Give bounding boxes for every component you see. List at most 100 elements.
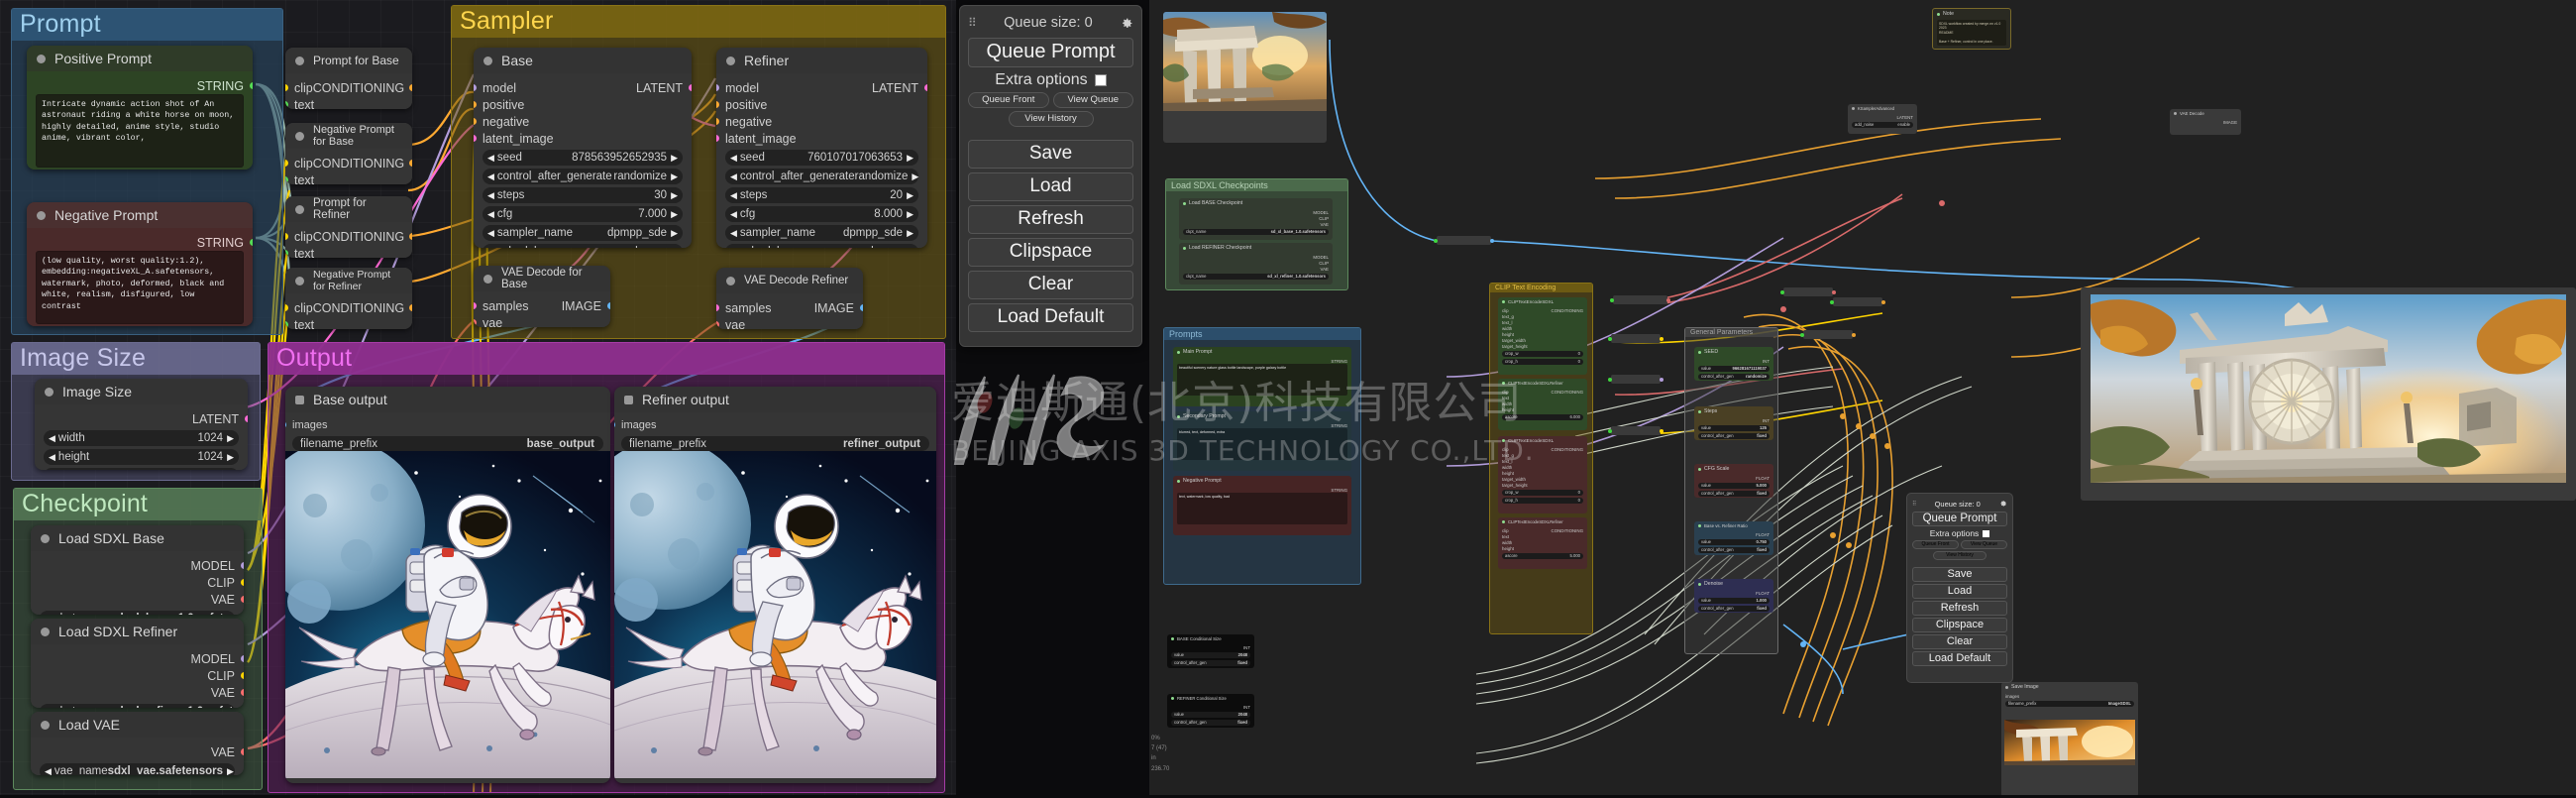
- decrement-arrow-icon[interactable]: ◀: [45, 707, 52, 709]
- reroute-node-6[interactable]: [1608, 426, 1664, 435]
- view-queue-button[interactable]: View Queue: [1052, 92, 1133, 108]
- node-refiner-sampler[interactable]: Refiner model LATENT positive negative l…: [716, 48, 927, 248]
- save-image-thumbnail[interactable]: [2004, 720, 2135, 765]
- widget-ckpt-name[interactable]: ckpt_name sd_xl_base_1.0.safetensors: [1183, 228, 1329, 235]
- input-port-clip[interactable]: [285, 233, 288, 240]
- collapse-dot-icon[interactable]: [295, 56, 304, 65]
- node-prompt-for-refiner[interactable]: Prompt for Refiner clip CONDITIONING tex…: [285, 196, 412, 258]
- node-ksampler-advanced[interactable]: KSamplerAdvanced LATENT add_noise enable: [1848, 104, 1917, 134]
- increment-arrow-icon[interactable]: ▶: [227, 452, 234, 463]
- reroute-node-5[interactable]: [1608, 375, 1664, 384]
- input-port-images[interactable]: [285, 421, 286, 428]
- collapse-dot-icon[interactable]: [45, 387, 54, 397]
- widget-cfg[interactable]: ◀ cfg 8.000 ▶: [725, 206, 918, 222]
- node-load-base-checkpoint[interactable]: Load BASE Checkpoint MODEL CLIP VAE ckpt…: [1179, 198, 1333, 240]
- input-port-positive[interactable]: [474, 101, 477, 108]
- input-port-model[interactable]: [716, 84, 719, 91]
- reroute-output-port[interactable]: [1832, 289, 1836, 294]
- queue-prompt-button[interactable]: Queue Prompt: [968, 38, 1133, 67]
- node-negative-prompt-right[interactable]: Negative Prompt STRING text, watermark, …: [1173, 476, 1351, 535]
- widget-control-after-generate[interactable]: ◀ control_after_generate randomize ▶: [725, 169, 918, 184]
- increment-arrow-icon[interactable]: ▶: [671, 247, 678, 249]
- refiner-output-image-preview[interactable]: [614, 451, 936, 778]
- node-clip-text-encode-base[interactable]: CLIPTextEncodeSDXL clip CONDITIONING text…: [1498, 297, 1587, 375]
- reroute-input-port[interactable]: [1608, 428, 1612, 433]
- output-port-conditioning[interactable]: [409, 233, 412, 240]
- node-base-output[interactable]: Base output images filename_prefix base_…: [285, 387, 610, 783]
- reroute-output-port[interactable]: [1660, 377, 1664, 382]
- collapse-square-icon[interactable]: [624, 395, 633, 404]
- node-clip-text-encode-refiner-pos[interactable]: CLIPTextEncodeSDXLRefiner clip CONDITIONI…: [1498, 379, 1587, 430]
- decrement-arrow-icon[interactable]: ◀: [730, 209, 737, 220]
- collapse-dot-icon[interactable]: [37, 210, 46, 220]
- input-port-clip[interactable]: [285, 160, 288, 167]
- input-port-text[interactable]: [285, 250, 288, 257]
- decrement-arrow-icon[interactable]: ◀: [45, 614, 52, 616]
- output-port-conditioning[interactable]: [409, 160, 412, 167]
- reroute-output-port[interactable]: [1852, 332, 1856, 337]
- node-negative-prompt-for-refiner[interactable]: Negative Prompt for Refiner clip CONDITI…: [285, 268, 412, 329]
- input-port-samples[interactable]: [716, 304, 719, 311]
- positive-prompt-textarea[interactable]: Intricate dynamic action shot of An astr…: [36, 94, 244, 168]
- gear-icon[interactable]: [1999, 500, 2007, 508]
- save-button[interactable]: Save: [1912, 567, 2007, 582]
- decrement-arrow-icon[interactable]: ◀: [730, 228, 737, 239]
- node-vae-decode-base[interactable]: VAE Decode for Base samples IMAGE vae: [474, 266, 610, 327]
- node-refiner-conditional-size[interactable]: REFINER Conditional Size INT value 2048 c…: [1167, 694, 1254, 728]
- input-port-text[interactable]: [285, 176, 288, 183]
- node-clip-text-encode-neg[interactable]: CLIPTextEncodeSDXL clip CONDITIONING text…: [1498, 436, 1587, 513]
- widget-control-after-generate[interactable]: ◀ control_after_generate randomize ▶: [483, 169, 683, 184]
- widget-value[interactable]: value 0.750: [1698, 538, 1770, 545]
- widget-ascore[interactable]: ascore 5.000: [1502, 552, 1583, 559]
- note-text[interactable]: SDXL workflow created by merge.nn v1.0 2…: [1937, 20, 2006, 46]
- input-port-clip[interactable]: [285, 84, 288, 91]
- increment-arrow-icon[interactable]: ▶: [907, 209, 913, 220]
- input-port-negative[interactable]: [474, 118, 477, 125]
- input-port-samples[interactable]: [474, 302, 477, 309]
- output-port-latent[interactable]: [924, 84, 927, 91]
- reroute-input-port[interactable]: [1780, 289, 1784, 294]
- increment-arrow-icon[interactable]: ▶: [671, 171, 678, 182]
- gear-icon[interactable]: [1121, 17, 1133, 30]
- base-output-image-preview[interactable]: [285, 451, 610, 778]
- reroute-input-port[interactable]: [1800, 332, 1804, 337]
- node-vae-decode-right[interactable]: VAE Decode IMAGE: [2170, 109, 2241, 135]
- widget-ckpt-name[interactable]: ckpt_name sd_xl_refiner_1.0.safetensors: [1183, 273, 1329, 280]
- widget-crop-h[interactable]: crop_h 0: [1502, 497, 1583, 504]
- widget-steps[interactable]: ◀ steps 30 ▶: [483, 187, 683, 203]
- input-port-vae[interactable]: [716, 321, 719, 328]
- output-port-clip[interactable]: [241, 672, 244, 679]
- widget-filename-prefix[interactable]: filename_prefix ImageSDXL: [2005, 700, 2134, 707]
- large-preview-thumbnail[interactable]: [2091, 294, 2566, 483]
- increment-arrow-icon[interactable]: ▶: [671, 228, 678, 239]
- output-port-vae[interactable]: [241, 689, 244, 696]
- widget-scheduler[interactable]: ◀scheduler karras ▶: [725, 244, 918, 248]
- decrement-arrow-icon[interactable]: ◀: [730, 171, 737, 182]
- increment-arrow-icon[interactable]: ▶: [907, 228, 913, 239]
- node-negative-prompt[interactable]: Negative Prompt STRING (low quality, wor…: [27, 202, 253, 326]
- input-port-vae[interactable]: [474, 319, 477, 326]
- reroute-input-port[interactable]: [1434, 238, 1438, 243]
- increment-arrow-icon[interactable]: ▶: [671, 153, 678, 164]
- main-prompt-textarea[interactable]: beautiful scenery nature glass bottle la…: [1177, 364, 1347, 396]
- node-refiner-output[interactable]: Refiner output images filename_prefix re…: [614, 387, 936, 783]
- load-default-button[interactable]: Load Default: [1912, 651, 2007, 666]
- widget-width[interactable]: ◀ width 1024 ▶: [44, 430, 239, 446]
- load-button[interactable]: Load: [968, 172, 1133, 201]
- extra-options-checkbox[interactable]: [1094, 74, 1107, 86]
- widget-vae-name[interactable]: ◀ vae_name sdxl_vae.safetensors ▶: [40, 763, 235, 775]
- widget-value[interactable]: value 125: [1698, 424, 1770, 431]
- reroute-output-port[interactable]: [1660, 428, 1664, 433]
- input-port-model[interactable]: [474, 84, 477, 91]
- node-load-refiner-checkpoint[interactable]: Load REFINER Checkpoint MODEL CLIP VAE c…: [1179, 243, 1333, 285]
- output-port-latent[interactable]: [245, 415, 248, 422]
- node-cfg-scale[interactable]: CFG Scale FLOAT value 5.000 control_after…: [1694, 464, 1773, 498]
- decrement-arrow-icon[interactable]: ◀: [487, 247, 494, 249]
- collapse-dot-icon[interactable]: [41, 720, 50, 730]
- node-secondary-prompt[interactable]: Secondary Prompt STRING blurred, text, d…: [1173, 411, 1351, 471]
- output-port-clip[interactable]: [241, 579, 244, 586]
- collapse-dot-icon[interactable]: [483, 274, 492, 284]
- clipspace-button[interactable]: Clipspace: [968, 238, 1133, 267]
- widget-ckpt-name[interactable]: ◀ckpt_namesd_xl_refiner_1.0.safetensors▶: [40, 704, 244, 709]
- reroute-node-7[interactable]: [1800, 330, 1856, 339]
